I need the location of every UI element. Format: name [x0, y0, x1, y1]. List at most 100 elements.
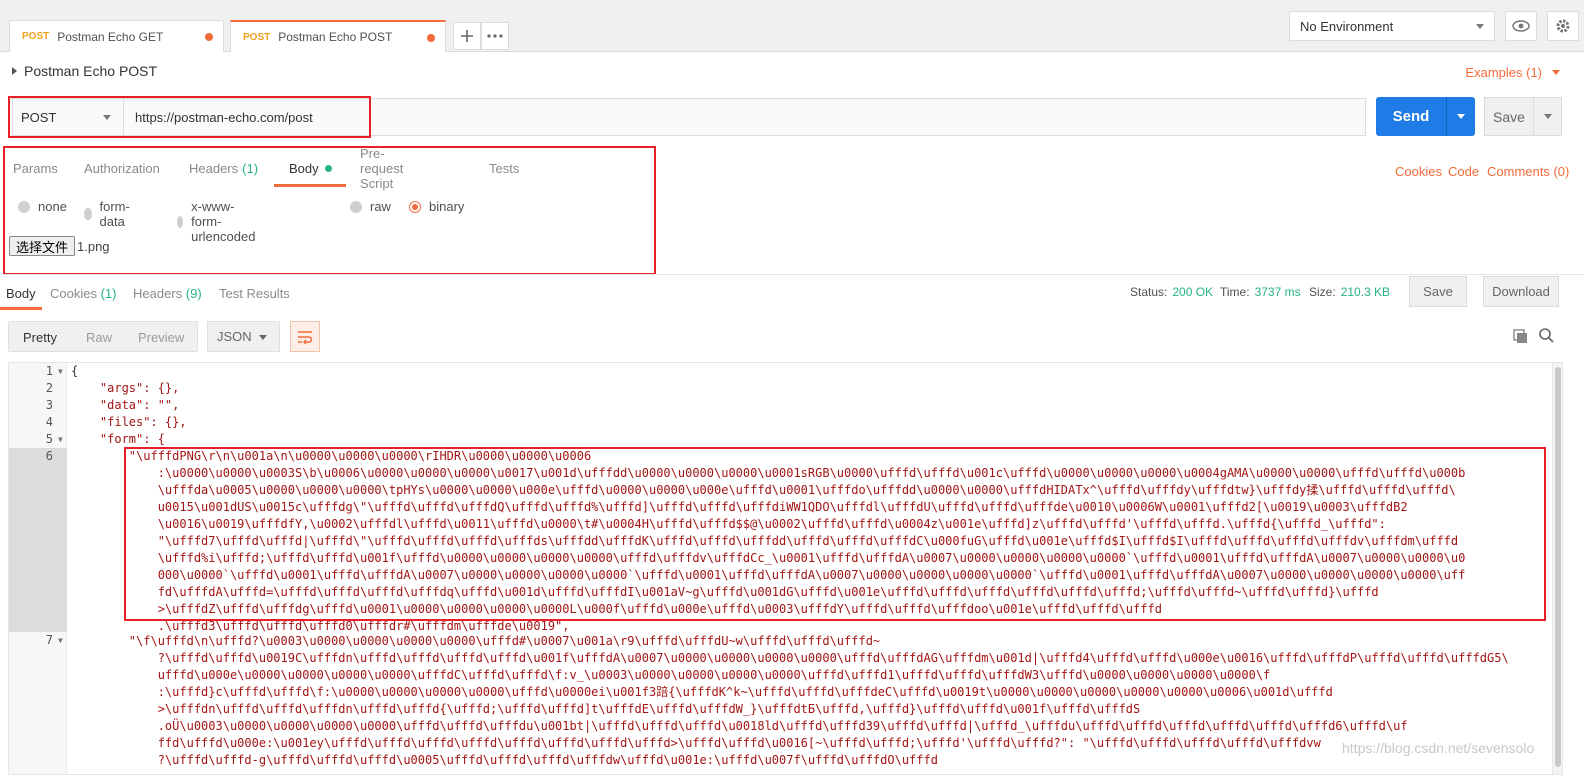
radio-binary[interactable]: binary	[409, 199, 464, 214]
save-response-button[interactable]: Save	[1409, 276, 1467, 307]
cookies-link[interactable]: Cookies	[1395, 164, 1442, 179]
tab-body[interactable]: Body	[289, 150, 332, 186]
more-tabs-button[interactable]	[481, 22, 509, 50]
chevron-down-icon	[1457, 114, 1465, 119]
size-readout: Size: 210.3 KB	[1309, 285, 1390, 299]
copy-icon[interactable]	[1513, 329, 1528, 344]
code-line: ?\ufffd\ufffd-g\ufffd\ufffd\ufffd\u0005\…	[71, 753, 938, 767]
new-tab-button[interactable]	[453, 22, 481, 50]
environment-quick-look-button[interactable]	[1505, 11, 1537, 41]
code-line: fd\ufffdA\ufffd=\ufffd\ufffd\ufffd\ufffd…	[71, 585, 1379, 599]
chevron-down-icon	[103, 115, 111, 120]
tab-label: Pre-request Script	[360, 145, 404, 191]
tab-count: (9)	[185, 286, 202, 301]
code-line: "data": "",	[71, 398, 180, 412]
code-line: "\ufffdPNG\r\n\u001a\n\u0000\u0000\u0000…	[71, 449, 592, 463]
tab-count: (1)	[100, 286, 117, 301]
format-value: JSON	[217, 329, 252, 344]
url-input[interactable]: https://postman-echo.com/post	[123, 98, 1366, 136]
code-line: >\ufffdn\ufffd\ufffd\ufffdn\ufffd\ufffd{…	[71, 702, 1141, 716]
radio-raw[interactable]: raw	[350, 199, 391, 214]
time-readout: Time: 3737 ms	[1220, 285, 1301, 299]
radio-form-data[interactable]: form-data	[84, 199, 134, 229]
fold-caret-icon[interactable]: ▼	[58, 367, 63, 376]
ellipsis-icon	[487, 34, 503, 38]
save-options-button[interactable]	[1534, 97, 1562, 136]
environment-select[interactable]: No Environment	[1289, 11, 1495, 41]
code-line: "form": {	[71, 432, 165, 446]
code-line: .oÜ\u0003\u0000\u0000\u0000\u0000\ufffd\…	[71, 719, 1408, 733]
code-line: "\f\ufffd\n\ufffd?\u0003\u0000\u0000\u00…	[71, 634, 881, 648]
tab-method: POST	[22, 31, 50, 42]
chevron-down-icon	[1476, 24, 1484, 29]
choose-file-button[interactable]: 选择文件	[9, 236, 76, 256]
code-line: 000\u0000`\ufffd\u0001\ufffd\ufffdA\u000…	[71, 568, 1466, 582]
radio-circle-icon	[84, 208, 92, 220]
time-value: 3737 ms	[1254, 285, 1301, 299]
tab-tests[interactable]: Tests	[489, 150, 519, 186]
view-pretty[interactable]: Pretty	[23, 330, 57, 345]
search-icon[interactable]	[1539, 328, 1554, 343]
vertical-scrollbar[interactable]	[1552, 363, 1562, 774]
examples-dropdown[interactable]: Examples (1)	[1465, 65, 1560, 80]
status-label: Status:	[1130, 285, 1168, 299]
format-select[interactable]: JSON	[207, 321, 280, 352]
tab-pre-request-script[interactable]: Pre-request Script	[360, 146, 403, 191]
environment-selected: No Environment	[1300, 18, 1394, 34]
fold-caret-icon[interactable]: ▼	[58, 636, 63, 645]
tab-authorization[interactable]: Authorization	[84, 150, 160, 186]
radio-x-www-form-urlencoded[interactable]: x-www-form-urlencoded	[177, 199, 261, 244]
line-number: 7	[45, 633, 53, 647]
response-tab-headers[interactable]: Headers (9)	[133, 286, 202, 301]
line-highlight	[9, 448, 67, 632]
tab-label: Cookies	[50, 286, 97, 301]
tab-label: Headers	[133, 286, 183, 301]
radio-label: form-data	[99, 199, 130, 229]
save-button[interactable]: Save	[1484, 97, 1534, 136]
response-tab-body[interactable]: Body	[6, 286, 36, 301]
download-button[interactable]: Download	[1483, 276, 1559, 307]
tab-postman-echo-post[interactable]: POST Postman Echo POST	[230, 20, 446, 52]
line-number: 1	[45, 364, 53, 378]
scrollbar-thumb[interactable]	[1555, 367, 1561, 767]
response-body-viewer[interactable]: 1 ▼ 2 3 4 5 ▼ 6 7 ▼ { "args": {}, "data"…	[8, 362, 1563, 775]
tab-label: Body	[289, 160, 319, 176]
line-number: 4	[45, 415, 53, 429]
line-number: 3	[45, 398, 53, 412]
request-name[interactable]: Postman Echo POST	[12, 63, 157, 79]
send-options-button[interactable]	[1446, 97, 1475, 136]
view-raw[interactable]: Raw	[86, 330, 112, 345]
wrap-lines-button[interactable]	[290, 321, 320, 352]
watermark: https://blog.csdn.net/sevensolo	[1342, 740, 1535, 756]
radio-none[interactable]: none	[18, 199, 67, 214]
response-tab-cookies[interactable]: Cookies (1)	[50, 286, 116, 301]
settings-button[interactable]	[1547, 11, 1579, 41]
plus-icon	[461, 30, 473, 42]
view-preview[interactable]: Preview	[138, 330, 184, 345]
active-tab-indicator	[0, 307, 42, 310]
radio-label: none	[38, 199, 67, 214]
tab-label: Body	[6, 286, 36, 301]
comments-link[interactable]: Comments (0)	[1487, 164, 1569, 179]
tab-label: Tests	[489, 160, 520, 176]
active-tab-indicator	[274, 184, 346, 187]
line-number: 6	[45, 449, 53, 463]
size-value: 210.3 KB	[1340, 285, 1391, 299]
tab-label: Test Results	[219, 286, 290, 301]
gear-icon	[1556, 19, 1570, 33]
send-button[interactable]: Send	[1376, 97, 1446, 136]
code-link[interactable]: Code	[1448, 164, 1479, 179]
tab-bar: POST Postman Echo GET POST Postman Echo …	[0, 0, 1584, 52]
code-line: "files": {},	[71, 415, 187, 429]
tab-headers[interactable]: Headers (1)	[189, 150, 258, 186]
tab-postman-echo-get[interactable]: POST Postman Echo GET	[9, 20, 224, 52]
tab-label: Authorization	[84, 160, 160, 176]
wrap-icon	[298, 330, 313, 344]
code-line: \ufffda\u0005\u0000\u0000\u0000\tpHYs\u0…	[71, 483, 1456, 497]
response-tab-test-results[interactable]: Test Results	[219, 286, 290, 301]
method-select[interactable]: POST	[12, 98, 124, 136]
fold-caret-icon[interactable]: ▼	[58, 435, 63, 444]
code-line: {	[71, 364, 79, 378]
caret-right-icon	[12, 67, 17, 75]
tab-params[interactable]: Params	[13, 150, 58, 186]
